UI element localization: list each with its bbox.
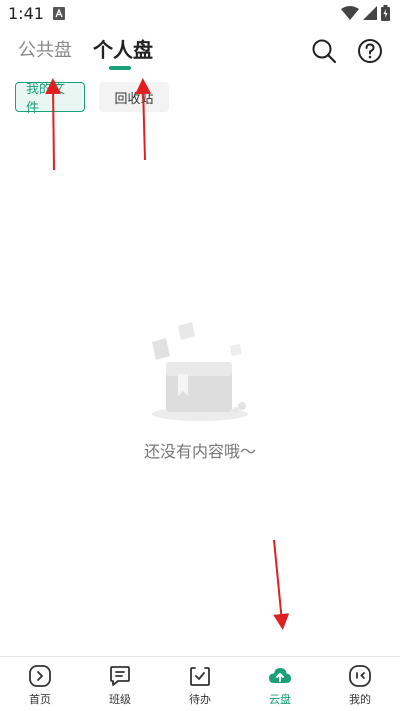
home-icon	[29, 665, 51, 687]
tab-public-disk[interactable]: 公共盘	[18, 36, 72, 62]
active-tab-indicator	[109, 66, 131, 70]
nav-item-todo[interactable]: 待办	[160, 657, 240, 711]
cloud-upload-icon	[269, 668, 291, 683]
search-icon[interactable]	[311, 38, 337, 64]
nav-label-profile: 我的	[349, 693, 371, 706]
top-tab-bar: 公共盘 个人盘	[0, 30, 400, 80]
tab-personal-disk[interactable]: 个人盘	[93, 34, 153, 63]
help-icon[interactable]	[357, 38, 383, 64]
todo-icon	[190, 667, 210, 686]
wifi-icon	[341, 6, 359, 20]
notification-a-icon	[53, 7, 65, 20]
nav-label-home: 首页	[29, 693, 51, 706]
status-bar: 1:41	[0, 0, 400, 28]
nav-label-cloud-disk: 云盘	[269, 693, 291, 706]
arrow-cloud-nav	[273, 539, 290, 630]
sub-tab-bar: 我的文件 回收站	[15, 82, 169, 116]
nav-item-class[interactable]: 班级	[80, 657, 160, 711]
class-icon	[110, 666, 130, 686]
status-indicators	[341, 5, 390, 21]
profile-icon	[349, 665, 371, 687]
nav-label-todo: 待办	[189, 693, 211, 706]
empty-box-illustration	[152, 322, 248, 421]
status-time: 1:41	[8, 4, 44, 23]
my-files-button[interactable]: 我的文件	[15, 82, 85, 116]
nav-label-class: 班级	[109, 693, 131, 706]
recycle-bin-button[interactable]: 回收站	[99, 82, 169, 112]
signal-icon	[363, 6, 377, 20]
bottom-nav: 首页 班级 待办 云盘 我的	[0, 656, 400, 711]
nav-item-cloud-disk[interactable]: 云盘	[240, 657, 320, 711]
nav-item-home[interactable]: 首页	[0, 657, 80, 711]
empty-state-message: 还没有内容哦～	[143, 442, 256, 461]
battery-icon	[381, 5, 390, 21]
nav-item-profile[interactable]: 我的	[320, 657, 400, 711]
